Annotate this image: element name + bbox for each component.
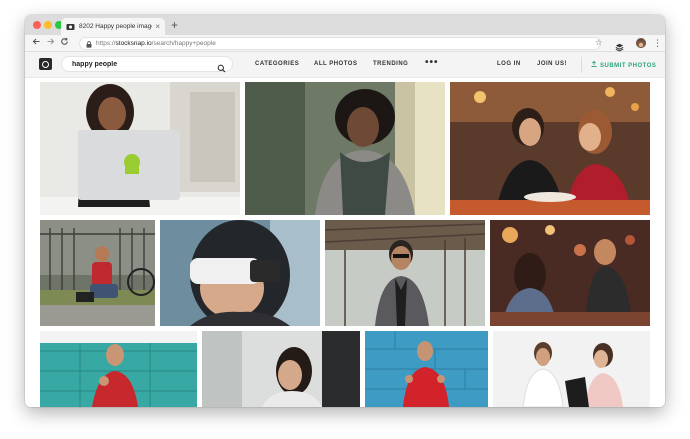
bookmark-star-icon[interactable]: ☆: [595, 37, 602, 49]
tab-close-button[interactable]: ×: [155, 22, 160, 31]
upload-icon: [591, 60, 597, 69]
nav-trending[interactable]: TRENDING: [373, 61, 408, 67]
photo-gallery: [25, 78, 665, 407]
photo-man-phone[interactable]: [325, 220, 485, 326]
minimize-window-button[interactable]: [44, 21, 52, 29]
search-bar: [61, 56, 233, 73]
login-link[interactable]: LOG IN: [497, 61, 521, 67]
url-path: /search/happy+people: [151, 40, 216, 47]
photo-woman-vr[interactable]: [160, 220, 320, 326]
search-input[interactable]: [72, 60, 212, 68]
photo-smiling-woman[interactable]: [202, 331, 360, 407]
photo-couple-shopping[interactable]: [493, 331, 650, 407]
tab-title: 8202 Happy people images - S: [79, 23, 152, 30]
photo-woman-scarf[interactable]: [245, 82, 445, 215]
extension-stack-icon[interactable]: [615, 39, 624, 52]
new-tab-button[interactable]: +: [171, 18, 178, 32]
photo-couple-dinner[interactable]: [490, 220, 650, 326]
nav-all-photos[interactable]: ALL PHOTOS: [314, 61, 357, 67]
browser-window: 8202 Happy people images - S × + https:/…: [25, 15, 665, 407]
browser-tab[interactable]: 8202 Happy people images - S ×: [61, 18, 165, 35]
join-link[interactable]: JOIN US!: [537, 61, 567, 67]
reload-icon[interactable]: [59, 37, 70, 49]
browser-toolbar: https://stocksnap.io/search/happy+people…: [25, 35, 665, 52]
url-text: https://stocksnap.io/search/happy+people: [96, 40, 216, 47]
submit-photos-button[interactable]: SUBMIT PHOTOS: [591, 60, 657, 69]
submit-photos-label: SUBMIT PHOTOS: [600, 63, 657, 69]
photo-women-toasting[interactable]: [450, 82, 650, 215]
camera-favicon-icon: [66, 22, 75, 31]
url-prefix: https://: [96, 40, 116, 47]
nav-categories[interactable]: CATEGORIES: [255, 61, 299, 67]
photo-man-thumbs-up[interactable]: [40, 331, 197, 407]
photo-woman-laptop[interactable]: [40, 82, 240, 215]
back-arrow-icon[interactable]: [31, 37, 42, 49]
nav-more-button[interactable]: •••: [425, 57, 439, 69]
photo-man-fence[interactable]: [40, 220, 155, 326]
forward-arrow-icon[interactable]: [45, 37, 56, 49]
browser-menu-icon[interactable]: ⋮: [653, 37, 662, 49]
desktop-backdrop: 8202 Happy people images - S × + https:/…: [0, 0, 690, 439]
camera-logo-icon[interactable]: [39, 58, 52, 70]
close-window-button[interactable]: [33, 21, 41, 29]
tab-strip: 8202 Happy people images - S × +: [25, 15, 665, 35]
site-header: CATEGORIES ALL PHOTOS TRENDING ••• LOG I…: [25, 52, 665, 78]
photo-man-red-sweater[interactable]: [365, 331, 488, 407]
profile-avatar[interactable]: [636, 38, 646, 48]
lock-icon: [86, 35, 92, 53]
header-divider: [581, 57, 582, 73]
url-host: stocksnap.io: [115, 40, 152, 47]
address-bar[interactable]: https://stocksnap.io/search/happy+people: [79, 37, 601, 50]
search-icon[interactable]: [217, 60, 226, 73]
